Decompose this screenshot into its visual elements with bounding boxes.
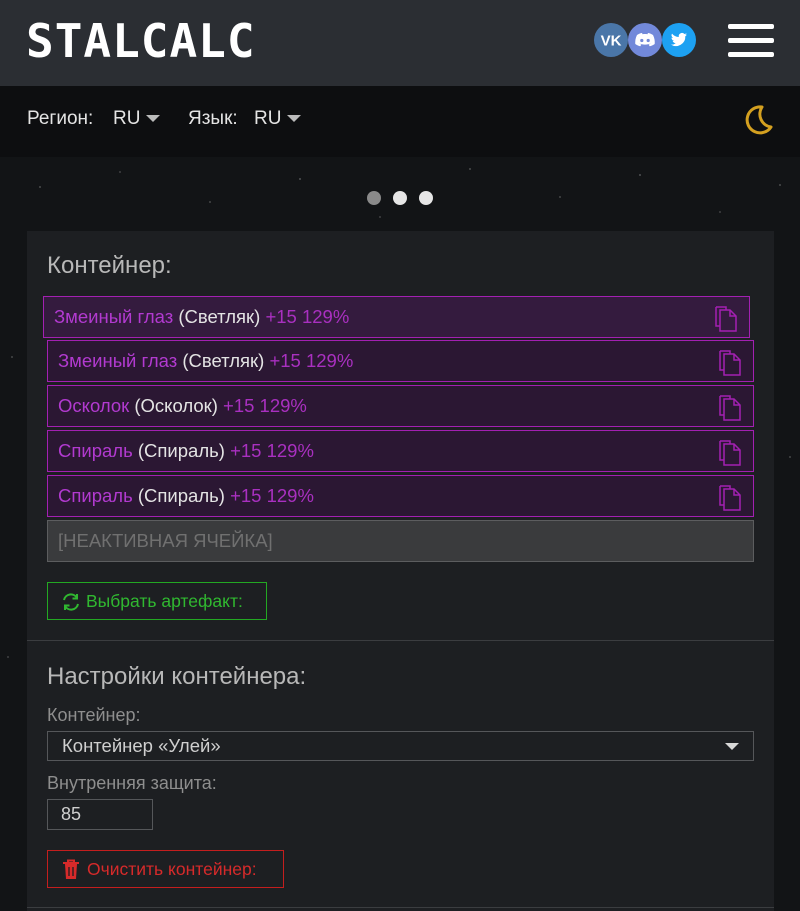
region-label: Регион:: [27, 108, 94, 129]
container-settings-title: Настройки контейнера:: [47, 663, 307, 690]
section-divider: [27, 907, 774, 908]
refresh-icon: [63, 593, 79, 611]
carousel-dot-3[interactable]: [419, 191, 433, 205]
section-divider: [27, 640, 774, 641]
carousel-dot-2[interactable]: [393, 191, 407, 205]
inactive-slot: [НЕАКТИВНАЯ ЯЧЕЙКА]: [47, 520, 754, 562]
svg-text:VK: VK: [601, 33, 622, 50]
settings-bar: Регион: RU Язык: RU: [0, 86, 800, 157]
hamburger-icon[interactable]: [728, 24, 774, 58]
inner-protection-input[interactable]: 85: [47, 799, 153, 830]
trash-icon: [63, 859, 79, 879]
vk-icon[interactable]: VK: [594, 23, 628, 57]
language-label: Язык:: [188, 108, 238, 129]
copy-icon[interactable]: [717, 439, 743, 467]
moon-icon[interactable]: [740, 103, 774, 137]
artifact-slot-3[interactable]: Осколок (Осколок) +15 129%: [47, 385, 754, 427]
copy-icon[interactable]: [717, 349, 743, 377]
discord-icon[interactable]: [628, 23, 662, 57]
top-navbar: STALCALC VK: [0, 0, 800, 86]
language-select[interactable]: RU: [254, 108, 302, 130]
artifact-slot-5[interactable]: Спираль (Спираль) +15 129%: [47, 475, 754, 517]
region-select[interactable]: RU: [113, 108, 161, 130]
copy-icon[interactable]: [713, 305, 739, 333]
chevron-down-icon: [725, 743, 739, 750]
chevron-down-icon: [287, 115, 302, 123]
site-logo[interactable]: STALCALC: [26, 14, 256, 68]
clear-container-button[interactable]: Очистить контейнер:: [47, 850, 284, 888]
twitter-icon[interactable]: [662, 23, 696, 57]
inner-protection-label: Внутренняя защита:: [47, 773, 217, 793]
artifact-slot-2[interactable]: Змеиный глаз (Светляк) +15 129%: [47, 340, 754, 382]
container-title: Контейнер:: [47, 252, 172, 279]
artifact-slot-4[interactable]: Спираль (Спираль) +15 129%: [47, 430, 754, 472]
select-artifact-button[interactable]: Выбрать артефакт:: [47, 582, 267, 620]
container-type-label: Контейнер:: [47, 705, 141, 725]
container-type-select[interactable]: Контейнер «Улей»: [47, 731, 754, 761]
chevron-down-icon: [146, 115, 161, 123]
copy-icon[interactable]: [717, 484, 743, 512]
carousel-dot-1[interactable]: [367, 191, 381, 205]
copy-icon[interactable]: [717, 394, 743, 422]
artifact-slot-1[interactable]: Змеиный глаз (Светляк) +15 129%: [43, 296, 750, 338]
